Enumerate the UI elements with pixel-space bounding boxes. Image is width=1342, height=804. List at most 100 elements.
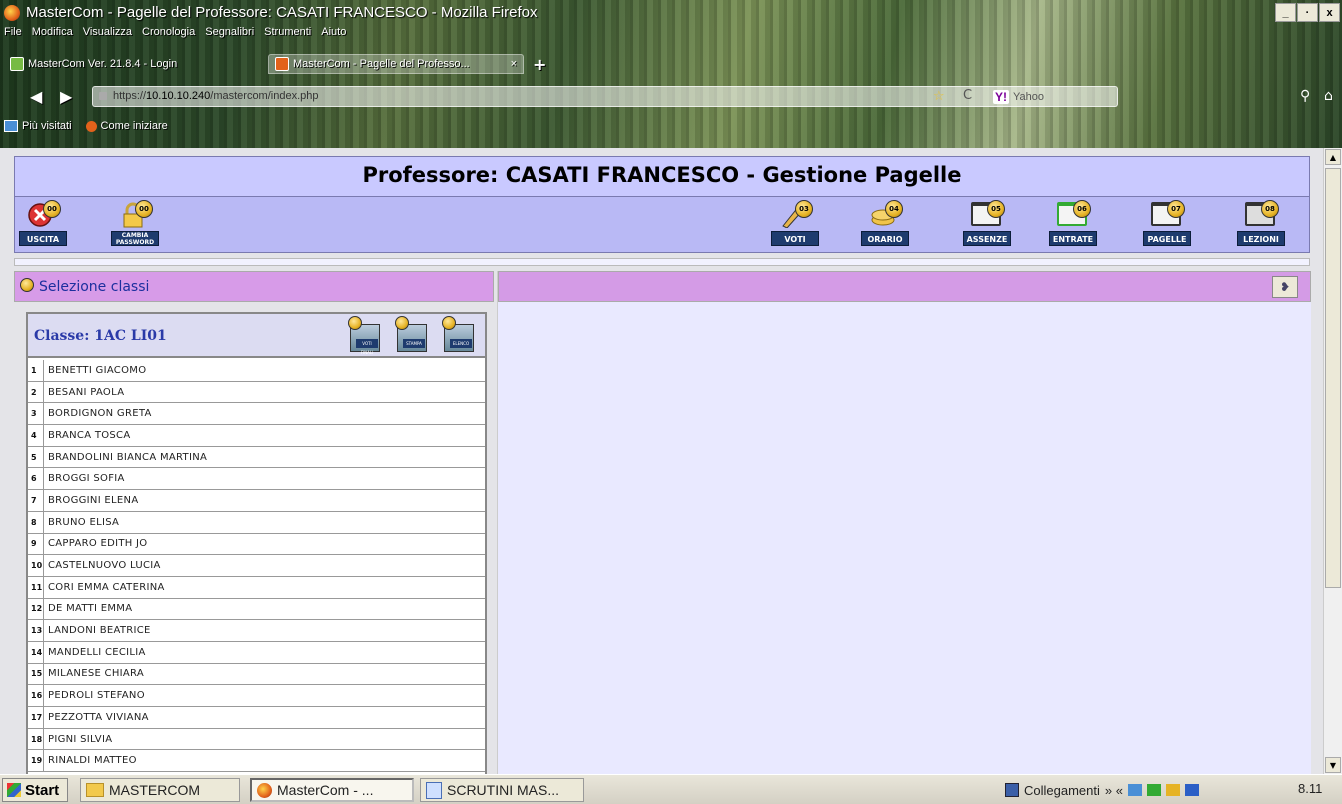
student-name[interactable]: CORI EMMA CATERINA [44, 582, 165, 593]
vertical-scrollbar[interactable]: ▲ ▼ [1323, 148, 1342, 774]
student-name[interactable]: BROGGI SOFIA [44, 473, 125, 484]
student-name[interactable]: BRANDOLINI BIANCA MARTINA [44, 452, 207, 463]
student-row[interactable]: 6 BROGGI SOFIA [28, 468, 485, 491]
entrate-button[interactable]: 06 ENTRATE [1045, 199, 1101, 249]
new-tab-icon[interactable]: + [533, 55, 546, 74]
taskbar: Start MASTERCOM MasterCom - ... SCRUTINI… [0, 774, 1342, 804]
page-header: Professore: CASATI FRANCESCO - Gestione … [14, 156, 1310, 197]
student-row[interactable]: 17 PEZZOTTA VIVIANA [28, 707, 485, 729]
menu-aiuto[interactable]: Aiuto [321, 26, 346, 44]
student-row[interactable]: 3 BORDIGNON GRETA [28, 403, 485, 426]
elenco-button[interactable]: ELENCO [442, 316, 476, 354]
minimize-button[interactable]: _ [1275, 3, 1296, 22]
scroll-up-icon[interactable]: ▲ [1325, 149, 1341, 165]
taskbar-item-mastercom-folder[interactable]: MASTERCOM [80, 778, 240, 802]
taskbar-item-mastercom-firefox[interactable]: MasterCom - ... [250, 778, 414, 802]
student-number: 6 [28, 468, 44, 490]
windows-icon [7, 783, 21, 797]
student-row[interactable]: 8 BRUNO ELISA [28, 511, 485, 534]
student-name[interactable]: DE MATTI EMMA [44, 603, 132, 614]
student-row[interactable]: 19 RINALDI MATTEO [28, 750, 485, 773]
panel-action-button[interactable]: ❥ [1272, 276, 1298, 298]
student-number: 16 [28, 685, 44, 706]
student-name[interactable]: PIGNI SILVIA [44, 734, 112, 745]
student-row[interactable]: 1 BENETTI GIACOMO [28, 360, 485, 382]
scroll-down-icon[interactable]: ▼ [1325, 757, 1341, 773]
back-icon[interactable]: ◀ [30, 87, 42, 106]
student-name[interactable]: RINALDI MATTEO [44, 755, 137, 766]
student-name[interactable]: BORDIGNON GRETA [44, 408, 152, 419]
tool-badge: 07 [1167, 200, 1185, 218]
student-name[interactable]: MILANESE CHIARA [44, 668, 144, 679]
menu-cronologia[interactable]: Cronologia [142, 26, 195, 44]
yellow-tray-icon[interactable] [1165, 784, 1180, 796]
menu-bar: File Modifica Visualizza Cronologia Segn… [4, 26, 346, 44]
student-name[interactable]: BENETTI GIACOMO [44, 365, 146, 376]
tab-login[interactable]: MasterCom Ver. 21.8.4 - Login [4, 54, 244, 74]
menu-strumenti[interactable]: Strumenti [264, 26, 311, 44]
student-name[interactable]: BROGGINI ELENA [44, 495, 138, 506]
close-window-button[interactable]: x [1319, 3, 1340, 22]
bookmark-come-iniziare[interactable]: Come iniziare [85, 116, 168, 136]
student-row[interactable]: 9 CAPPARO EDITH JO [28, 533, 485, 556]
student-row[interactable]: 18 PIGNI SILVIA [28, 728, 485, 751]
folder-icon [86, 783, 104, 797]
student-row[interactable]: 13 LANDONI BEATRICE [28, 620, 485, 642]
start-button[interactable]: Start [2, 778, 68, 802]
scroll-thumb[interactable] [1325, 168, 1341, 588]
chevron-icon[interactable]: » « [1105, 783, 1123, 798]
cambia-password-button[interactable]: 00 CAMBIA PASSWORD [107, 199, 163, 249]
uscita-button[interactable]: 00 USCITA [15, 199, 71, 249]
url-text: https://10.10.10.240/mastercom/index.php [113, 90, 319, 102]
green-tray-icon[interactable] [1146, 784, 1161, 796]
pagelle-button[interactable]: 07 PAGELLE [1139, 199, 1195, 249]
tab-pagelle[interactable]: MasterCom - Pagelle del Professo... × [268, 54, 524, 74]
tool-badge: 06 [1073, 200, 1091, 218]
search-icon[interactable]: ⚲ [1300, 88, 1310, 104]
home-icon[interactable]: ⌂ [1324, 88, 1333, 104]
taskbar-item-scrutini[interactable]: SCRUTINI MAS... [420, 778, 584, 802]
menu-segnalibri[interactable]: Segnalibri [205, 26, 254, 44]
student-row[interactable]: 10 CASTELNUOVO LUCIA [28, 555, 485, 577]
student-name[interactable]: BRANCA TOSCA [44, 430, 130, 441]
reload-icon[interactable]: C [963, 88, 972, 103]
student-row[interactable]: 12 DE MATTI EMMA [28, 598, 485, 621]
voti-finali-button[interactable]: VOTI FINALI [348, 316, 382, 355]
orario-button[interactable]: 04 ORARIO [857, 199, 913, 249]
assenze-button[interactable]: 05 ASSENZE [959, 199, 1015, 249]
student-row[interactable]: 15 MILANESE CHIARA [28, 663, 485, 686]
menu-visualizza[interactable]: Visualizza [83, 26, 132, 44]
network-icon[interactable] [1127, 784, 1142, 796]
student-row[interactable]: 5 BRANDOLINI BIANCA MARTINA [28, 446, 485, 469]
stampa-button[interactable]: STAMPA [395, 316, 429, 354]
student-row[interactable]: 16 PEDROLI STEFANO [28, 685, 485, 707]
student-name[interactable]: CASTELNUOVO LUCIA [44, 560, 161, 571]
maximize-button[interactable]: · [1297, 3, 1318, 22]
student-name[interactable]: LANDONI BEATRICE [44, 625, 151, 636]
student-name[interactable]: CAPPARO EDITH JO [44, 538, 147, 549]
student-name[interactable]: MANDELLI CECILIA [44, 647, 146, 658]
student-name[interactable]: BRUNO ELISA [44, 517, 119, 528]
student-row[interactable]: 7 BROGGINI ELENA [28, 490, 485, 512]
student-name[interactable]: PEZZOTTA VIVIANA [44, 712, 149, 723]
search-input[interactable]: Y! Yahoo [993, 87, 1113, 106]
url-bar[interactable]: https://10.10.10.240/mastercom/index.php… [92, 86, 1118, 107]
voti-button[interactable]: 03 VOTI [767, 199, 823, 249]
student-row[interactable]: 4 BRANCA TOSCA [28, 425, 485, 447]
student-row[interactable]: 11 CORI EMMA CATERINA [28, 576, 485, 599]
document-icon [426, 781, 442, 799]
lezioni-button[interactable]: 08 LEZIONI [1233, 199, 1289, 249]
student-number: 10 [28, 555, 44, 576]
tab-close-icon[interactable]: × [511, 58, 517, 70]
student-name[interactable]: BESANI PAOLA [44, 387, 124, 398]
student-row[interactable]: 2 BESANI PAOLA [28, 381, 485, 404]
forward-icon[interactable]: ▶ [60, 87, 72, 106]
menu-file[interactable]: File [4, 26, 22, 44]
bookmark-piu-visitati[interactable]: Più visitati [4, 116, 72, 136]
bookmark-star-icon[interactable]: ☆ [933, 89, 945, 104]
monitor-icon[interactable] [1184, 784, 1199, 796]
tray-label[interactable]: Collegamenti [1024, 783, 1100, 798]
menu-modifica[interactable]: Modifica [32, 26, 73, 44]
student-name[interactable]: PEDROLI STEFANO [44, 690, 145, 701]
student-row[interactable]: 14 MANDELLI CECILIA [28, 641, 485, 664]
